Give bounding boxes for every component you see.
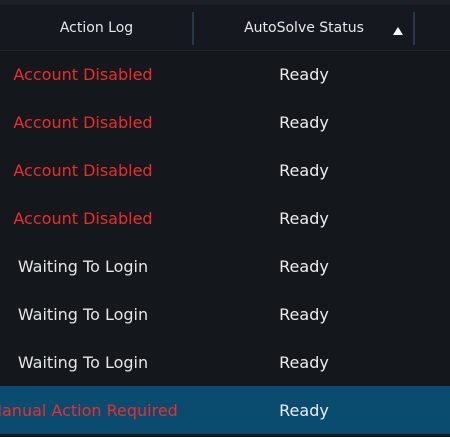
autosolve-status-cell: Ready [279,112,329,132]
action-log-cell: Account Disabled [13,112,153,132]
action-log-cell: Waiting To Login [17,352,149,372]
task-table: Action Log AutoSolve Status Account Disa… [0,0,450,437]
autosolve-status-cell: Ready [279,64,329,84]
table-body: Account Disabled Ready Account Disabled … [0,50,450,434]
table-row[interactable]: Waiting To Login Ready [0,290,450,338]
column-header-action-log[interactable]: Action Log [0,5,193,50]
column-separator[interactable] [192,12,194,45]
autosolve-status-cell: Ready [279,160,329,180]
action-log-cell: Account Disabled [13,208,153,228]
action-log-cell: Waiting To Login [17,304,149,324]
column-header-label: Action Log [59,19,134,36]
table-row[interactable]: Waiting To Login Ready [0,242,450,290]
table-header: Action Log AutoSolve Status [0,5,450,51]
table-row-selected[interactable]: Manual Action Required Ready [0,386,450,434]
table-row[interactable]: Account Disabled Ready [0,146,450,194]
table-row[interactable]: Waiting To Login Ready [0,338,450,386]
autosolve-status-cell: Ready [279,400,329,420]
table-row[interactable]: Account Disabled Ready [0,98,450,146]
table-row[interactable]: Account Disabled Ready [0,194,450,242]
sort-ascending-icon[interactable] [393,27,403,35]
column-separator[interactable] [413,12,415,45]
action-log-cell: Account Disabled [13,64,153,84]
action-log-cell: Account Disabled [13,160,153,180]
autosolve-status-cell: Ready [279,208,329,228]
autosolve-status-cell: Ready [279,304,329,324]
action-log-cell: Waiting To Login [17,256,149,276]
action-log-cell: Manual Action Required [0,400,178,420]
autosolve-status-cell: Ready [279,256,329,276]
column-header-label: AutoSolve Status [244,19,364,36]
table-row[interactable]: Account Disabled Ready [0,50,450,98]
autosolve-status-cell: Ready [279,352,329,372]
column-header-autosolve-status[interactable]: AutoSolve Status [195,5,413,50]
